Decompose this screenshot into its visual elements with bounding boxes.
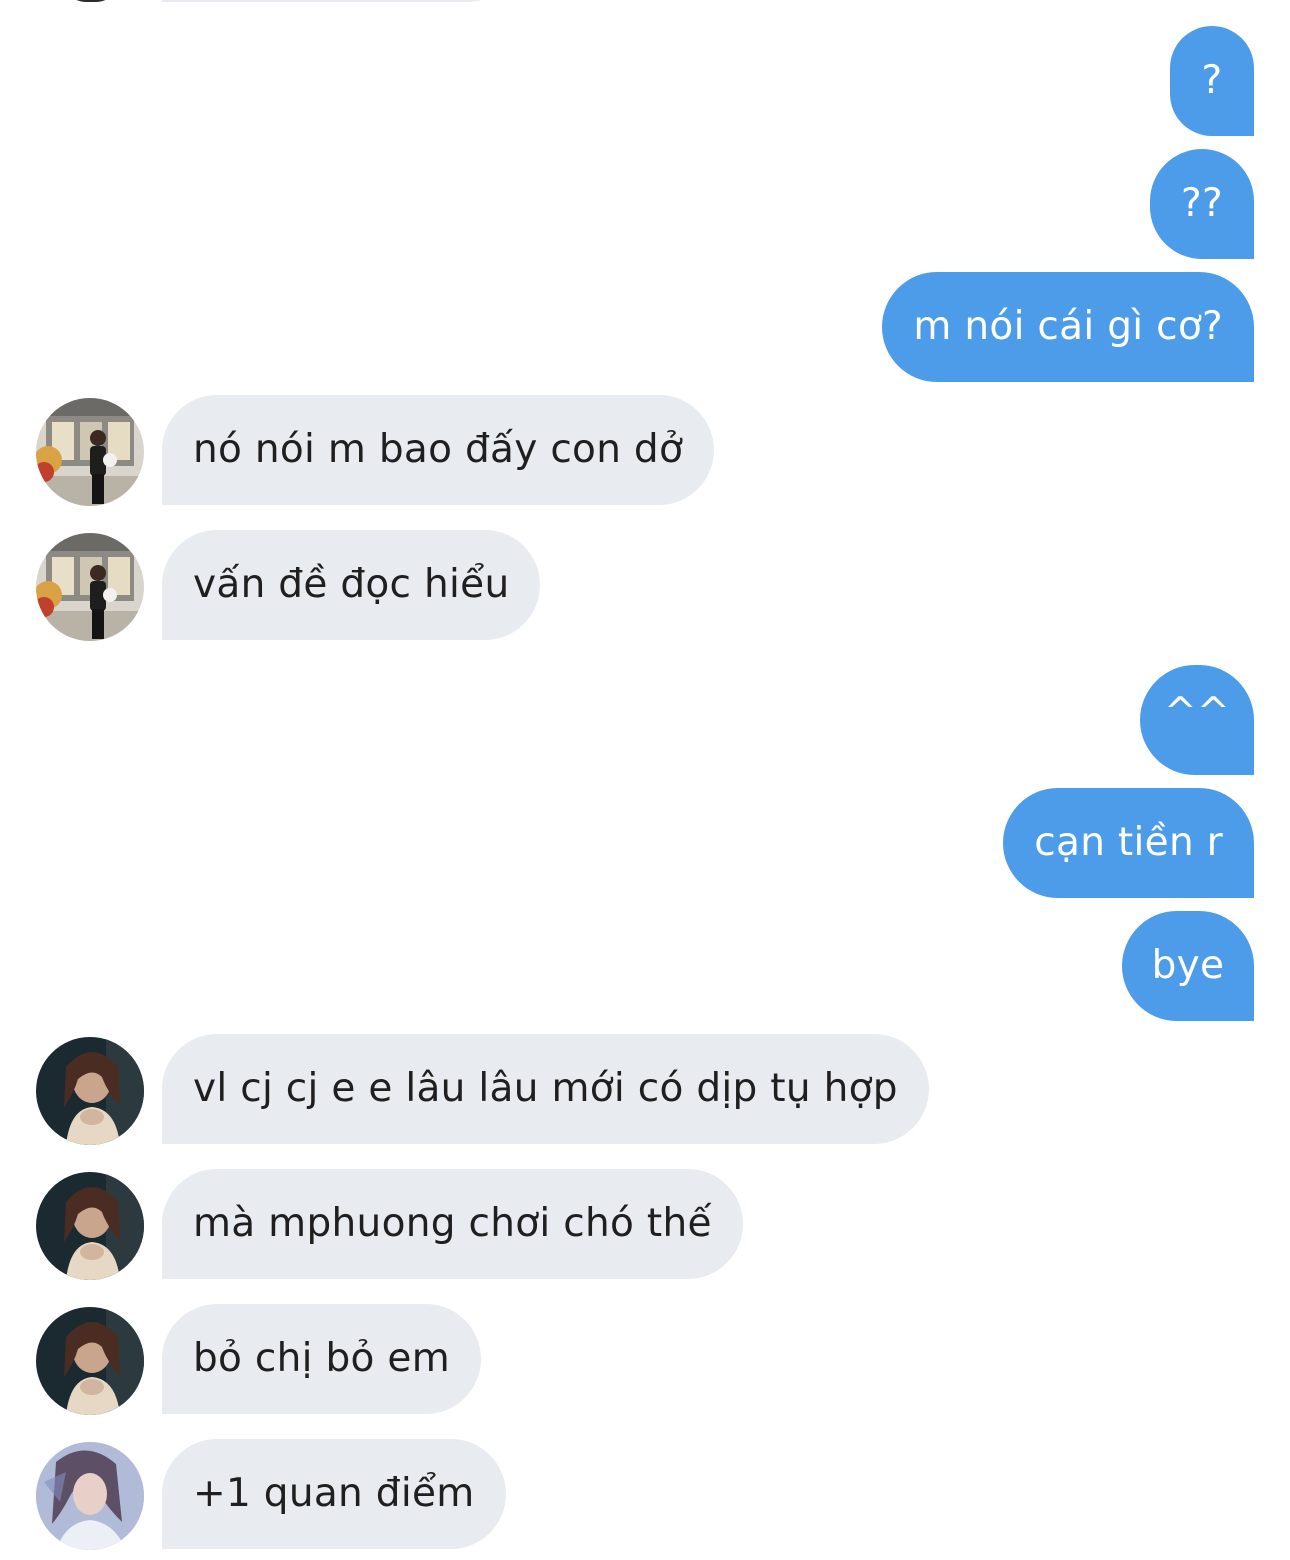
avatar-user-b[interactable] [36,1172,144,1280]
avatar-photo-icon [36,1037,144,1145]
avatar-user-b[interactable] [36,1037,144,1145]
outgoing-message-bubble[interactable]: cạn tiền r [1003,788,1254,898]
avatar-user-a[interactable] [36,533,144,641]
incoming-message-bubble[interactable]: mà mphuong chơi chó thế [162,1169,743,1279]
outgoing-message-bubble[interactable]: ? [1170,26,1254,136]
avatar-photo-icon [36,533,144,641]
avatar-user-a[interactable] [36,398,144,506]
avatar-photo-icon [36,1442,144,1550]
message-bubble-partial[interactable] [162,0,522,2]
avatar-partial[interactable] [62,0,120,2]
avatar-photo-icon [36,1307,144,1415]
avatar-user-c[interactable] [36,1442,144,1550]
incoming-message-bubble[interactable]: +1 quan điểm [162,1439,506,1549]
incoming-message-bubble[interactable]: nó nói m bao đấy con dở [162,395,715,505]
avatar-photo-icon [36,398,144,506]
outgoing-message-bubble[interactable]: ?? [1150,149,1254,259]
outgoing-message-bubble[interactable]: ^^ [1140,665,1254,775]
avatar-photo-icon [36,1172,144,1280]
outgoing-message-bubble[interactable]: bye [1122,911,1254,1021]
chat-thread: ? ?? m nói cái gì cơ? nó nói m bao đấy c… [0,0,1290,1560]
outgoing-message-bubble[interactable]: m nói cái gì cơ? [882,272,1254,382]
avatar-user-b[interactable] [36,1307,144,1415]
incoming-message-bubble[interactable]: bỏ chị bỏ em [162,1304,482,1414]
incoming-message-bubble[interactable]: vấn đề đọc hiểu [162,530,541,640]
incoming-message-bubble[interactable]: vl cj cj e e lâu lâu mới có dịp tụ hợp [162,1034,929,1144]
